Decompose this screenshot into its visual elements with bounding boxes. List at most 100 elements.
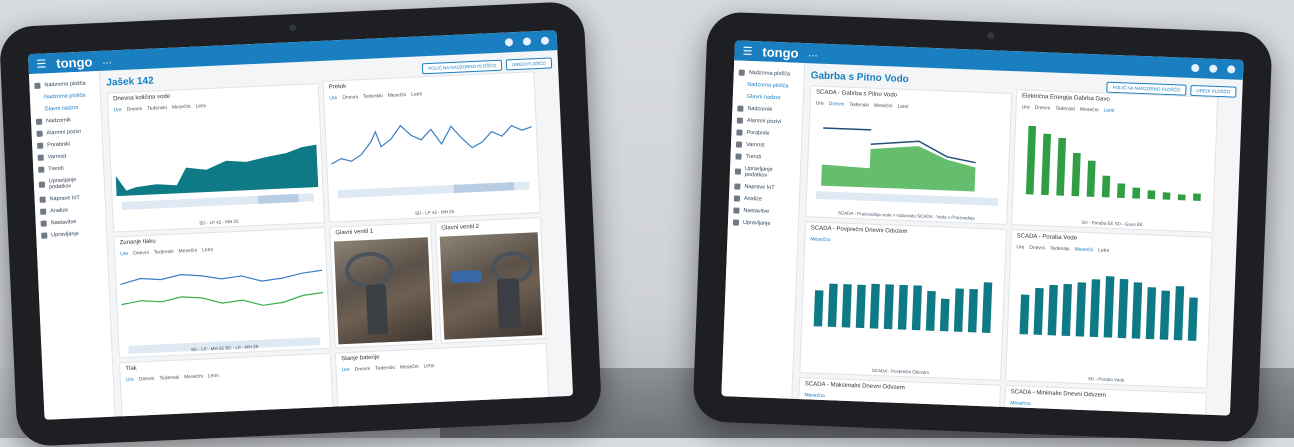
tab-daily[interactable]: Dnevni	[1029, 245, 1045, 252]
search-icon[interactable]	[1209, 64, 1218, 73]
tab-monthly[interactable]: Mesečno	[810, 236, 831, 243]
card-water-usage: SCADA - Poraba Vode Ure Dnevni Tedenski …	[1005, 229, 1213, 389]
bar	[1147, 190, 1156, 200]
bar	[1132, 187, 1141, 199]
card-tlak: Tlak Ure Dnevni Tedenski Mesečni Letni	[119, 352, 334, 420]
sidebar-item-label: Nadzorna plošča	[747, 81, 789, 90]
bar	[1041, 133, 1052, 196]
tab-weekly[interactable]: Tedenski	[147, 105, 167, 112]
tab-monthly[interactable]: Mesečni	[400, 364, 419, 371]
card-scada-production: SCADA - Gabrba s Pitno Vodo Ure Dnevni T…	[805, 85, 1013, 225]
menu-item-icon	[733, 207, 740, 214]
settings-icon[interactable]	[504, 38, 514, 47]
bar	[1159, 290, 1171, 340]
legend: SD - LP 42 - MH 25	[414, 209, 455, 216]
tab-monthly[interactable]: Mesečni	[172, 104, 191, 111]
tab-yearly[interactable]: Letni	[423, 363, 434, 369]
bar	[911, 285, 922, 331]
menu-icon[interactable]: ☰	[36, 57, 46, 70]
tab-weekly[interactable]: Tedenski	[159, 375, 179, 382]
bar	[869, 283, 880, 329]
menu-item-icon	[38, 166, 45, 173]
tab-monthly[interactable]: Mesečni	[874, 103, 893, 110]
tab-hours[interactable]: Ure	[816, 101, 824, 107]
sidebar-item[interactable]: Upravljanje	[728, 216, 798, 231]
menu-item-icon	[732, 219, 740, 226]
tab-hours[interactable]: Ure	[342, 367, 350, 373]
tab-weekly[interactable]: Tedenski	[1055, 106, 1075, 113]
tab-hours[interactable]: Ure	[329, 95, 337, 101]
tab-yearly[interactable]: Letni	[208, 373, 219, 379]
tab-daily[interactable]: Dnevni	[133, 250, 149, 257]
bar	[1103, 276, 1115, 338]
menu-item-icon	[736, 129, 743, 136]
area-chart	[115, 144, 319, 211]
bar	[1117, 183, 1126, 199]
sidebar-item-label: Naprave IoT	[49, 194, 80, 203]
tab-daily[interactable]: Dnevni	[139, 376, 155, 383]
settings-icon[interactable]	[1191, 63, 1200, 73]
bar	[1019, 294, 1030, 335]
bar	[1117, 278, 1129, 339]
tab-hours[interactable]: Ure	[1016, 244, 1024, 250]
bar	[1177, 194, 1186, 201]
bar	[1089, 279, 1101, 338]
tab-daily[interactable]: Dnevni	[355, 366, 371, 373]
legend: SD - Poraba Vode	[1088, 376, 1125, 383]
camera-icon	[288, 24, 296, 32]
tab-weekly[interactable]: Tedenski	[1050, 246, 1070, 253]
bar	[855, 284, 866, 329]
tab-weekly[interactable]: Tedenski	[363, 93, 383, 100]
tab-yearly[interactable]: Letni	[195, 103, 206, 109]
add-to-dashboard-button[interactable]: POLIČ NA NADZORNO PLOŠČO	[422, 59, 503, 74]
tab-daily[interactable]: Dnevni	[342, 94, 358, 101]
tab-hours[interactable]: Ure	[126, 377, 134, 383]
user-avatar[interactable]	[540, 36, 550, 45]
tablet-right-screen: ☰ tongo ... Nadzorna plošča Nadzorna ploš…	[721, 40, 1244, 416]
bar-chart	[815, 127, 999, 206]
sidebar-item[interactable]: Upravljanje	[36, 227, 106, 242]
tab-monthly[interactable]: Mesečno	[804, 392, 825, 399]
tab-hours[interactable]: Ure	[114, 107, 122, 113]
tab-daily[interactable]: Dnevni	[1035, 105, 1051, 112]
tab-hours[interactable]: Ure	[1022, 104, 1030, 110]
sidebar-item-label: Nadzornik	[45, 117, 71, 125]
bar	[1025, 125, 1037, 195]
menu-item-icon	[38, 181, 46, 188]
card-max-daily: SCADA - Maksimalni Dnevni Odvzem Mesečno	[797, 377, 1001, 416]
user-avatar[interactable]	[1227, 65, 1236, 74]
tab-monthly[interactable]: Mesečni	[388, 92, 407, 99]
tab-weekly[interactable]: Tedenski	[849, 102, 869, 109]
tab-daily[interactable]: Dnevni	[127, 106, 143, 113]
camera-icon	[986, 32, 994, 40]
tab-yearly[interactable]: Letni	[202, 247, 213, 253]
card-flow: Pretok Ure Dnevni Tedenski Mesečni Letni…	[322, 71, 541, 223]
card-pressure: Zunanje tlaku Ure Dnevni Tedenski Mesečn…	[113, 226, 331, 359]
tab-weekly[interactable]: Tedenski	[154, 249, 174, 256]
edit-dashboard-button[interactable]: UREDI PLOŠČO	[505, 56, 553, 71]
tab-daily[interactable]: Dnevni	[829, 101, 845, 108]
tab-yearly[interactable]: Letni	[1103, 108, 1114, 114]
logo-suffix: ...	[808, 47, 818, 60]
search-icon[interactable]	[522, 37, 532, 46]
legend: SD - Poraba EE SD - Gavo EE	[1081, 219, 1144, 228]
sidebar-item-label: Nadzornik	[747, 105, 773, 113]
menu-item-icon	[37, 154, 44, 161]
tab-hours[interactable]: Ure	[120, 251, 128, 257]
menu-item-icon	[734, 183, 741, 190]
tab-weekly[interactable]: Tedenski	[375, 365, 395, 372]
tablet-right: ☰ tongo ... Nadzorna plošča Nadzorna ploš…	[692, 11, 1273, 443]
tab-monthly[interactable]: Mesečni	[184, 374, 203, 381]
tab-yearly[interactable]: Letni	[1098, 247, 1109, 253]
bar	[953, 288, 964, 332]
tab-monthly[interactable]: Mesečni	[178, 248, 197, 255]
sidebar-item-label: Porabniki	[746, 129, 770, 137]
tab-yearly[interactable]: Letni	[897, 104, 908, 110]
tab-yearly[interactable]: Letni	[411, 91, 422, 97]
tab-monthly[interactable]: Mesečni	[1080, 107, 1099, 114]
bar	[841, 284, 852, 328]
tab-monthly[interactable]: Mesečni	[1074, 247, 1093, 254]
menu-item-icon	[39, 196, 46, 203]
menu-icon[interactable]: ☰	[742, 44, 752, 57]
tab-monthly[interactable]: Mesečno	[1010, 400, 1031, 407]
